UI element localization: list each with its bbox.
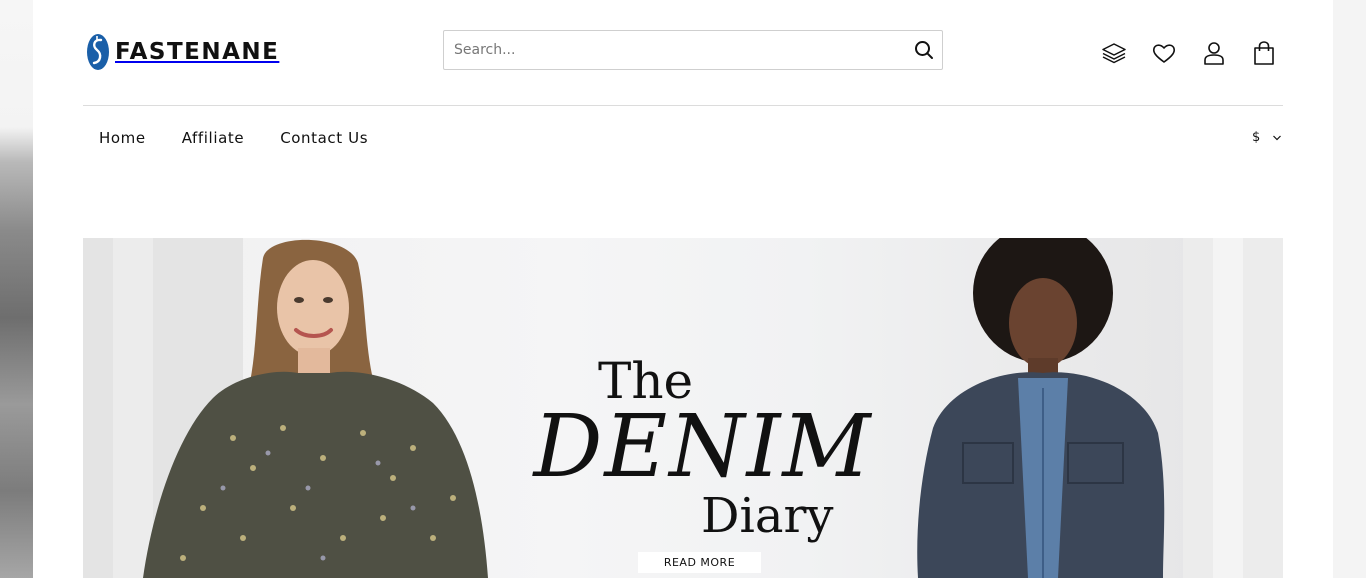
hero-banner[interactable]: The DENIM Diary READ MORE [83,238,1283,578]
nav-item-contact-us[interactable]: Contact Us [280,129,368,147]
bag-icon[interactable] [1251,40,1277,66]
hero-title-denim: DENIM [533,397,873,497]
background-left-edge [0,0,33,578]
header-icons [1101,40,1277,66]
brand-logo[interactable]: FASTENANE [85,33,279,71]
main-nav: Home Affiliate Contact Us [99,129,368,147]
currency-value: $ [1252,130,1261,145]
brand-name: FASTENANE [115,39,280,65]
user-icon[interactable] [1201,40,1227,66]
heart-icon[interactable] [1151,40,1177,66]
search-box [443,30,943,70]
logo-mark-icon [87,34,109,70]
page-container: FASTENANE Home Affiliate Contact Us [33,0,1333,578]
chevron-down-icon [1273,135,1282,140]
currency-selector[interactable]: $ [1252,130,1282,145]
nav-item-affiliate[interactable]: Affiliate [182,129,245,147]
search-icon[interactable] [914,40,934,60]
header-divider [83,105,1283,106]
read-more-button[interactable]: READ MORE [638,552,761,573]
background-right-edge [1333,0,1366,578]
hero-title-diary: Diary [701,488,834,544]
layers-icon[interactable] [1101,40,1127,66]
nav-item-home[interactable]: Home [99,129,146,147]
search-input[interactable] [444,31,904,69]
